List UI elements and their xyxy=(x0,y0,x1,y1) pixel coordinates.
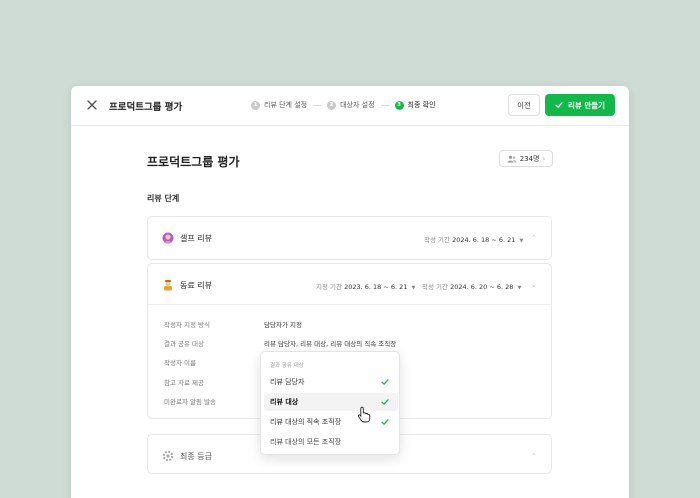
stage-name: 셀프 리뷰 xyxy=(180,234,212,243)
dropdown-option[interactable]: 리뷰 대상의 직속 조직장 xyxy=(264,413,398,431)
people-icon xyxy=(507,155,517,162)
caret-down-icon: ▼ xyxy=(517,285,522,291)
write-period[interactable]: 작성 기간 2024. 6. 20 ~ 6. 28 ▼ xyxy=(422,281,521,291)
field-value[interactable]: 리뷰 담당자, 리뷰 대상, 리뷰 대상의 직속 조직장 xyxy=(264,338,396,348)
step-separator xyxy=(380,104,389,106)
option-label: 리뷰 대상의 직속 조직장 xyxy=(270,418,342,426)
step-label: 리뷰 단계 설정 xyxy=(264,101,308,109)
dropdown-option[interactable]: 리뷰 대상의 모든 조직장 xyxy=(264,433,398,451)
top-bar: 프로덕트그룹 평가 1 리뷰 단계 설정 2 대상자 설정 3 최종 확인 이전… xyxy=(71,86,629,126)
create-review-label: 리뷰 만들기 xyxy=(567,100,606,110)
check-icon xyxy=(381,398,389,406)
field-label: 작성자 이름 xyxy=(164,359,196,367)
page-title: 프로덕트그룹 평가 xyxy=(147,155,240,169)
hand-cursor-icon xyxy=(357,406,371,423)
close-icon[interactable] xyxy=(86,99,98,111)
step-number: 2 xyxy=(327,100,337,110)
write-period-label: 작성 기간 xyxy=(422,283,448,291)
step-review-stage[interactable]: 1 리뷰 단계 설정 xyxy=(251,100,307,110)
write-period-label: 작성 기간 xyxy=(424,236,450,244)
divider xyxy=(148,304,551,305)
step-label: 최종 확인 xyxy=(407,101,436,109)
self-review-icon xyxy=(162,232,174,244)
option-label: 리뷰 대상 xyxy=(270,398,299,406)
dropdown-option[interactable]: 리뷰 대상 xyxy=(264,393,398,411)
stage-card-self-review[interactable]: 셀프 리뷰 작성 기간 2024. 6. 18 ~ 6. 21 ▼ ⌃ xyxy=(147,216,552,260)
chevron-right-icon: › xyxy=(542,154,546,163)
write-period[interactable]: 작성 기간 2024. 6. 18 ~ 6. 21 ▼ xyxy=(424,234,523,244)
option-label: 리뷰 대상의 모든 조직장 xyxy=(270,438,342,446)
field-value[interactable]: 담당자가 지정 xyxy=(264,319,302,329)
members-count: 234명 xyxy=(519,154,540,163)
field-label: 미완료자 알림 발송 xyxy=(164,398,216,406)
option-label: 리뷰 담당자 xyxy=(270,378,305,386)
prev-button[interactable]: 이전 xyxy=(508,94,540,116)
stage-name: 최종 등급 xyxy=(180,452,212,461)
field-label: 참고 자료 제공 xyxy=(164,379,205,387)
field-label: 결과 공유 대상 xyxy=(164,340,205,348)
write-period-value: 2024. 6. 18 ~ 6. 21 xyxy=(452,236,516,244)
assign-period-value: 2023. 6. 18 ~ 6. 21 xyxy=(344,283,408,291)
peer-review-icon xyxy=(162,279,174,291)
stage-name: 동료 리뷰 xyxy=(180,281,212,290)
section-title: 리뷰 단계 xyxy=(147,194,180,203)
check-icon xyxy=(555,102,563,108)
chevron-up-icon[interactable]: ⌃ xyxy=(531,234,537,242)
step-separator xyxy=(313,104,322,106)
assign-period-label: 지정 기간 xyxy=(316,283,342,291)
step-number: 3 xyxy=(394,100,404,110)
chevron-up-icon[interactable]: ⌃ xyxy=(531,452,537,460)
caret-down-icon: ▼ xyxy=(411,285,416,291)
stepper: 1 리뷰 단계 설정 2 대상자 설정 3 최종 확인 xyxy=(251,100,436,110)
check-icon xyxy=(381,418,389,426)
field-label: 작성자 지정 방식 xyxy=(164,321,210,329)
dropdown-title: 결과 공유 대상 xyxy=(270,363,304,369)
share-target-dropdown: 결과 공유 대상 리뷰 담당자 리뷰 대상 리뷰 대상의 직속 조직장 리뷰 대… xyxy=(260,351,400,455)
step-label: 대상자 설정 xyxy=(340,101,375,109)
check-icon xyxy=(381,378,389,386)
create-review-button[interactable]: 리뷰 만들기 xyxy=(545,94,615,116)
members-button[interactable]: 234명 › xyxy=(499,150,553,167)
dropdown-option[interactable]: 리뷰 담당자 xyxy=(264,373,398,391)
window-title: 프로덕트그룹 평가 xyxy=(109,102,183,113)
step-target[interactable]: 2 대상자 설정 xyxy=(327,100,375,110)
step-number: 1 xyxy=(251,100,260,110)
caret-down-icon: ▼ xyxy=(519,238,524,244)
assign-period[interactable]: 지정 기간 2023. 6. 18 ~ 6. 21 ▼ xyxy=(316,281,415,291)
write-period-value: 2024. 6. 20 ~ 6. 28 xyxy=(450,283,514,291)
chevron-down-icon[interactable]: ⌄ xyxy=(531,281,537,289)
gear-icon xyxy=(162,450,174,462)
step-final-confirm[interactable]: 3 최종 확인 xyxy=(394,100,436,110)
